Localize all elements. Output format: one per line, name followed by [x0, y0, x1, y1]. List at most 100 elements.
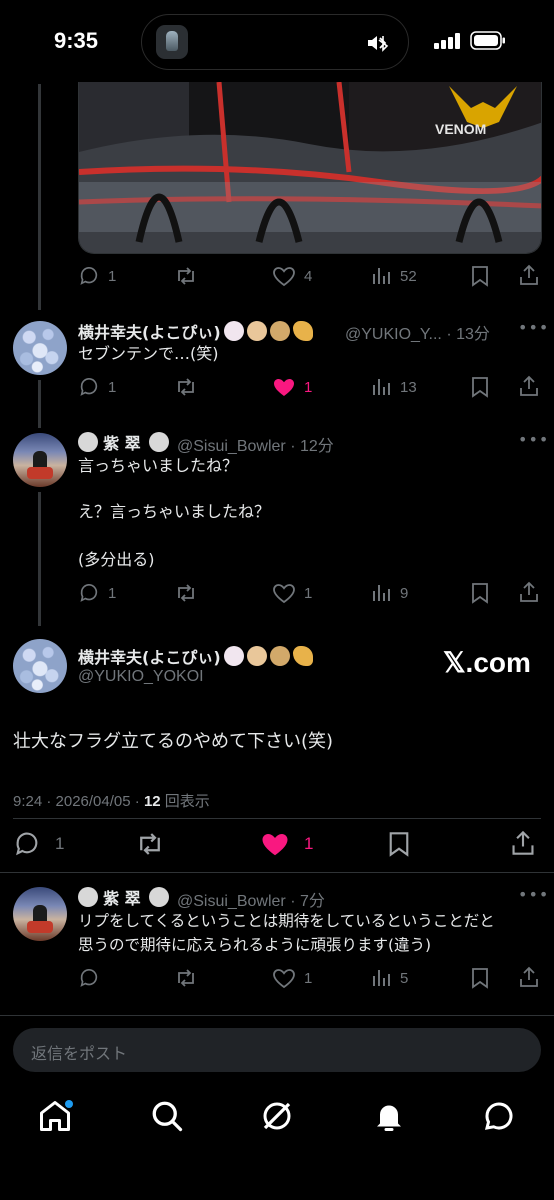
post-handle-time: @YUKIO_Y... · 13分 — [345, 320, 490, 344]
bowling-bags-photo: VENOM — [79, 82, 541, 253]
repost-button[interactable] — [174, 965, 198, 991]
handle[interactable]: @YUKIO_YOKOI — [78, 668, 204, 686]
more-options-icon[interactable]: ••• — [518, 430, 549, 449]
views-icon — [373, 268, 390, 284]
bookmark-icon[interactable] — [470, 582, 490, 604]
post-action-bar: 1 1 — [13, 830, 541, 858]
thread-line — [38, 380, 41, 428]
tab-notifications[interactable] — [371, 1098, 411, 1138]
post-text-line: 言っちゃいましたね？ — [78, 456, 239, 475]
display-name[interactable]: 紫 翠 — [103, 889, 141, 908]
tab-home[interactable] — [37, 1098, 77, 1138]
post-timestamp: 9:24 · 2026/04/05 · — [13, 793, 144, 810]
thread-line — [38, 84, 41, 310]
like-button[interactable]: 4 — [272, 263, 312, 289]
bookmark-icon[interactable] — [387, 831, 411, 857]
silent-bluetooth-icon — [368, 36, 389, 52]
more-options-icon[interactable]: ••• — [518, 318, 549, 337]
like-button[interactable]: 1 — [272, 965, 312, 991]
post-text-line: (多分出る) — [78, 550, 155, 569]
post-action-bar: 1 5 — [78, 965, 542, 991]
divider — [13, 818, 541, 819]
display-name[interactable]: 横井幸夫(よこぴぃ) — [78, 648, 221, 667]
views-button[interactable]: 5 — [372, 965, 408, 991]
battery-icon — [470, 31, 505, 50]
share-icon[interactable] — [518, 581, 540, 603]
repost-button[interactable] — [174, 374, 198, 400]
views-button[interactable]: 52 — [372, 263, 417, 289]
like-count: 1 — [304, 584, 313, 602]
share-icon[interactable] — [518, 264, 540, 286]
tab-grok[interactable] — [259, 1098, 299, 1138]
views-label: 回表示 — [160, 793, 210, 810]
reply-icon — [80, 377, 98, 396]
reply-count: 1 — [108, 267, 117, 285]
share-icon[interactable] — [510, 830, 536, 856]
reply-input[interactable]: 返信をポスト — [13, 1028, 541, 1072]
rabbit-emoji — [223, 321, 244, 341]
views-button[interactable]: 9 — [372, 580, 408, 606]
repost-button[interactable] — [135, 830, 165, 858]
views-count: 13 — [400, 378, 417, 396]
avatar[interactable] — [13, 433, 67, 487]
like-button[interactable]: 1 — [272, 374, 312, 400]
bowling-emoji — [148, 432, 169, 452]
reply-placeholder: 返信をポスト — [31, 1044, 128, 1063]
repost-icon — [178, 378, 194, 396]
post-text: セブンテンで…(笑) — [78, 344, 219, 363]
tab-messages[interactable] — [481, 1098, 521, 1138]
views-button[interactable]: 13 — [372, 374, 417, 400]
repost-icon — [178, 267, 194, 285]
post-header: 横井幸夫(よこぴぃ) — [78, 644, 313, 668]
reply-button[interactable]: 1 — [78, 374, 116, 400]
tab-search[interactable] — [149, 1098, 189, 1138]
reply-button[interactable]: 1 — [13, 830, 64, 858]
saturn-emoji — [269, 646, 290, 666]
post-media-image[interactable]: VENOM — [78, 82, 542, 254]
like-button[interactable]: 1 — [272, 580, 312, 606]
views-count: 9 — [400, 584, 409, 602]
bookmark-icon[interactable] — [470, 967, 490, 989]
handle[interactable]: @Sisui_Bowler — [177, 893, 286, 910]
post-action-bar: 1 1 9 — [78, 580, 542, 606]
heart-filled-icon — [274, 379, 294, 396]
avatar[interactable] — [13, 321, 67, 375]
bottom-tab-bar — [0, 1080, 554, 1200]
post-text: 壮大なフラグ立てるのやめて下さい(笑) — [13, 731, 334, 752]
post-header: 紫 翠 — [78, 885, 169, 909]
bookmark-icon[interactable] — [470, 376, 490, 398]
heart-filled-icon — [262, 834, 288, 856]
post-text-line: リプをしてくるということは期待をしているということだと — [78, 912, 495, 930]
post-time: · 12分 — [290, 438, 334, 455]
display-name[interactable]: 横井幸夫(よこぴぃ) — [78, 323, 221, 342]
repost-button[interactable] — [174, 580, 198, 606]
views-icon — [373, 970, 390, 986]
repost-icon — [178, 969, 194, 987]
bowling-emoji — [78, 887, 98, 907]
notifications-icon — [377, 1105, 401, 1131]
avatar[interactable] — [13, 887, 67, 941]
reply-button[interactable]: 1 — [78, 580, 116, 606]
reply-count: 1 — [55, 834, 65, 853]
handle[interactable]: @Sisui_Bowler — [177, 438, 286, 455]
reply-button[interactable]: 1 — [78, 263, 116, 289]
views-count: 5 — [400, 969, 409, 987]
share-icon[interactable] — [518, 966, 540, 988]
reply-icon — [80, 583, 98, 602]
reply-icon — [80, 266, 98, 285]
share-icon[interactable] — [518, 375, 540, 397]
repost-button[interactable] — [174, 263, 198, 289]
rabbit-emoji — [223, 646, 244, 666]
thread-line — [38, 492, 41, 626]
post-header: 紫 翠 — [78, 430, 169, 454]
bookmark-icon[interactable] — [470, 265, 490, 287]
display-name[interactable]: 紫 翠 — [103, 434, 141, 453]
handle[interactable]: @YUKIO_Y... — [345, 326, 442, 343]
more-options-icon[interactable]: ••• — [518, 885, 549, 904]
status-time: 9:35 — [54, 28, 99, 53]
avatar[interactable] — [13, 639, 67, 693]
like-button[interactable]: 1 — [260, 830, 313, 858]
reply-button[interactable] — [78, 965, 108, 991]
repost-icon — [140, 833, 160, 855]
views-icon — [373, 379, 390, 395]
